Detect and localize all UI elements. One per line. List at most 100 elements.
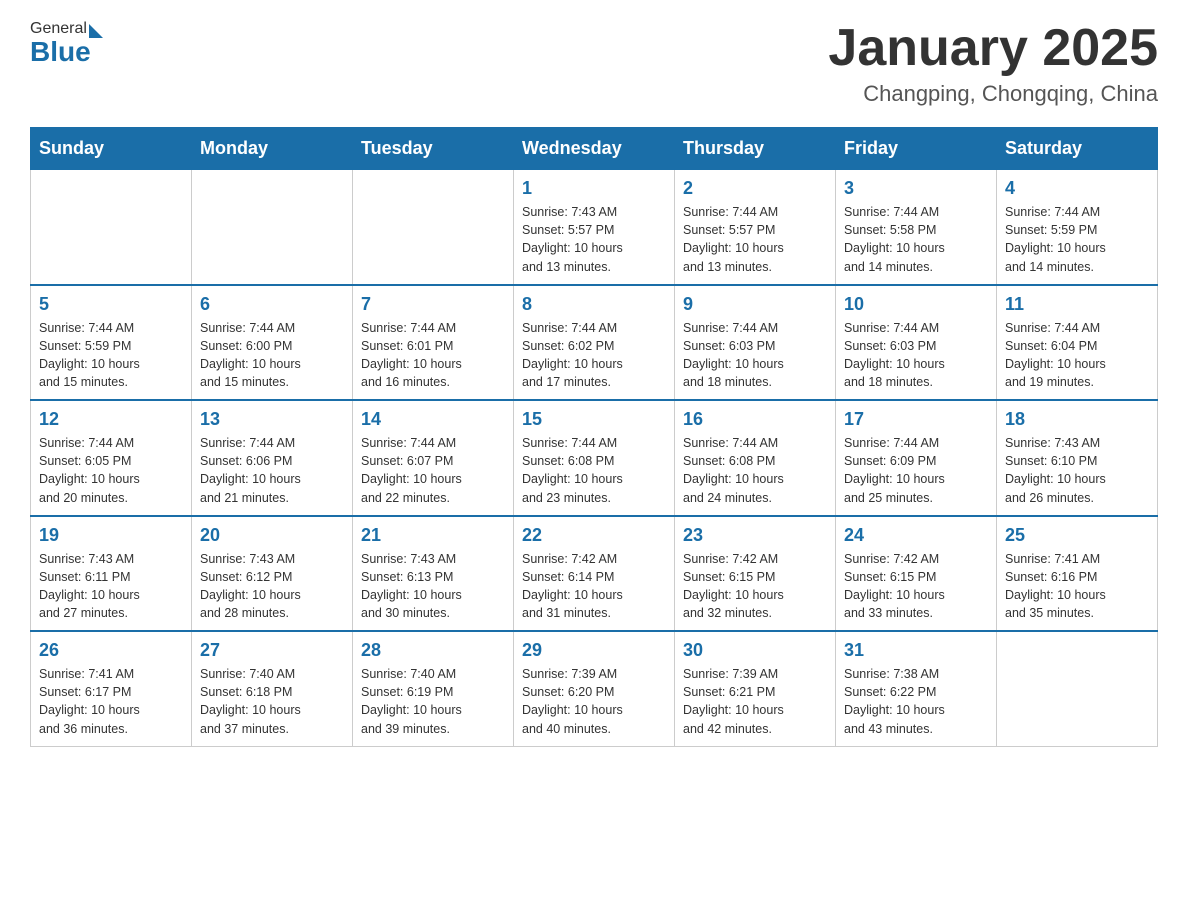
calendar-header-saturday: Saturday (997, 128, 1158, 170)
day-info: Sunrise: 7:44 AM Sunset: 6:01 PM Dayligh… (361, 319, 505, 392)
calendar-cell: 13 Sunrise: 7:44 AM Sunset: 6:06 PM Dayli… (192, 400, 353, 516)
day-info: Sunrise: 7:44 AM Sunset: 6:00 PM Dayligh… (200, 319, 344, 392)
day-number: 27 (200, 640, 344, 661)
day-number: 26 (39, 640, 183, 661)
day-number: 19 (39, 525, 183, 546)
calendar-cell: 6Sunrise: 7:44 AM Sunset: 6:00 PM Daylig… (192, 285, 353, 401)
day-number: 13 (200, 409, 344, 430)
day-info: Sunrise: 7:44 AM Sunset: 5:57 PM Dayligh… (683, 203, 827, 276)
day-info: Sunrise: 7:43 AM Sunset: 5:57 PM Dayligh… (522, 203, 666, 276)
calendar-cell: 10Sunrise: 7:44 AM Sunset: 6:03 PM Dayli… (836, 285, 997, 401)
day-info: Sunrise: 7:44 AM Sunset: 6:07 PM Dayligh… (361, 434, 505, 507)
calendar-week-row: 19 Sunrise: 7:43 AM Sunset: 6:11 PM Dayli… (31, 516, 1158, 632)
calendar-cell: 1 Sunrise: 7:43 AM Sunset: 5:57 PM Daylig… (514, 170, 675, 285)
day-number: 9 (683, 294, 827, 315)
day-number: 23 (683, 525, 827, 546)
calendar-cell: 11Sunrise: 7:44 AM Sunset: 6:04 PM Dayli… (997, 285, 1158, 401)
calendar-cell: 30Sunrise: 7:39 AM Sunset: 6:21 PM Dayli… (675, 631, 836, 746)
day-info: Sunrise: 7:40 AM Sunset: 6:19 PM Dayligh… (361, 665, 505, 738)
day-info: Sunrise: 7:39 AM Sunset: 6:20 PM Dayligh… (522, 665, 666, 738)
day-number: 7 (361, 294, 505, 315)
day-number: 24 (844, 525, 988, 546)
calendar-header-sunday: Sunday (31, 128, 192, 170)
calendar-cell: 12Sunrise: 7:44 AM Sunset: 6:05 PM Dayli… (31, 400, 192, 516)
calendar-cell: 8Sunrise: 7:44 AM Sunset: 6:02 PM Daylig… (514, 285, 675, 401)
calendar-cell: 27 Sunrise: 7:40 AM Sunset: 6:18 PM Dayli… (192, 631, 353, 746)
day-info: Sunrise: 7:42 AM Sunset: 6:15 PM Dayligh… (844, 550, 988, 623)
day-number: 11 (1005, 294, 1149, 315)
calendar-cell: 23Sunrise: 7:42 AM Sunset: 6:15 PM Dayli… (675, 516, 836, 632)
calendar-header-wednesday: Wednesday (514, 128, 675, 170)
calendar-header-monday: Monday (192, 128, 353, 170)
day-info: Sunrise: 7:44 AM Sunset: 6:05 PM Dayligh… (39, 434, 183, 507)
day-number: 15 (522, 409, 666, 430)
calendar-cell: 17Sunrise: 7:44 AM Sunset: 6:09 PM Dayli… (836, 400, 997, 516)
day-info: Sunrise: 7:44 AM Sunset: 5:59 PM Dayligh… (1005, 203, 1149, 276)
calendar-cell: 18Sunrise: 7:43 AM Sunset: 6:10 PM Dayli… (997, 400, 1158, 516)
calendar-header-thursday: Thursday (675, 128, 836, 170)
calendar-cell: 19 Sunrise: 7:43 AM Sunset: 6:11 PM Dayli… (31, 516, 192, 632)
calendar-cell: 24 Sunrise: 7:42 AM Sunset: 6:15 PM Dayli… (836, 516, 997, 632)
day-info: Sunrise: 7:41 AM Sunset: 6:16 PM Dayligh… (1005, 550, 1149, 623)
day-number: 10 (844, 294, 988, 315)
day-info: Sunrise: 7:44 AM Sunset: 6:08 PM Dayligh… (683, 434, 827, 507)
day-info: Sunrise: 7:43 AM Sunset: 6:10 PM Dayligh… (1005, 434, 1149, 507)
calendar-cell: 7 Sunrise: 7:44 AM Sunset: 6:01 PM Daylig… (353, 285, 514, 401)
calendar-cell: 4 Sunrise: 7:44 AM Sunset: 5:59 PM Daylig… (997, 170, 1158, 285)
calendar-cell: 29 Sunrise: 7:39 AM Sunset: 6:20 PM Dayli… (514, 631, 675, 746)
calendar-cell: 28 Sunrise: 7:40 AM Sunset: 6:19 PM Dayli… (353, 631, 514, 746)
calendar-week-row: 5 Sunrise: 7:44 AM Sunset: 5:59 PM Daylig… (31, 285, 1158, 401)
day-number: 5 (39, 294, 183, 315)
day-number: 31 (844, 640, 988, 661)
calendar-cell: 21 Sunrise: 7:43 AM Sunset: 6:13 PM Dayli… (353, 516, 514, 632)
calendar-cell (997, 631, 1158, 746)
calendar-cell: 14Sunrise: 7:44 AM Sunset: 6:07 PM Dayli… (353, 400, 514, 516)
day-info: Sunrise: 7:42 AM Sunset: 6:14 PM Dayligh… (522, 550, 666, 623)
day-info: Sunrise: 7:43 AM Sunset: 6:13 PM Dayligh… (361, 550, 505, 623)
calendar-cell: 2 Sunrise: 7:44 AM Sunset: 5:57 PM Daylig… (675, 170, 836, 285)
calendar-cell: 3Sunrise: 7:44 AM Sunset: 5:58 PM Daylig… (836, 170, 997, 285)
calendar-cell: 15 Sunrise: 7:44 AM Sunset: 6:08 PM Dayli… (514, 400, 675, 516)
day-number: 20 (200, 525, 344, 546)
day-info: Sunrise: 7:38 AM Sunset: 6:22 PM Dayligh… (844, 665, 988, 738)
day-number: 25 (1005, 525, 1149, 546)
calendar-table: SundayMondayTuesdayWednesdayThursdayFrid… (30, 127, 1158, 747)
day-info: Sunrise: 7:44 AM Sunset: 5:59 PM Dayligh… (39, 319, 183, 392)
day-info: Sunrise: 7:44 AM Sunset: 6:09 PM Dayligh… (844, 434, 988, 507)
day-info: Sunrise: 7:43 AM Sunset: 6:12 PM Dayligh… (200, 550, 344, 623)
calendar-cell: 25 Sunrise: 7:41 AM Sunset: 6:16 PM Dayli… (997, 516, 1158, 632)
day-number: 29 (522, 640, 666, 661)
page-header: General Blue January 2025 Changping, Cho… (30, 20, 1158, 107)
calendar-cell: 22 Sunrise: 7:42 AM Sunset: 6:14 PM Dayli… (514, 516, 675, 632)
calendar-cell: 31 Sunrise: 7:38 AM Sunset: 6:22 PM Dayli… (836, 631, 997, 746)
calendar-cell (31, 170, 192, 285)
day-info: Sunrise: 7:41 AM Sunset: 6:17 PM Dayligh… (39, 665, 183, 738)
day-number: 2 (683, 178, 827, 199)
calendar-cell (353, 170, 514, 285)
day-info: Sunrise: 7:44 AM Sunset: 5:58 PM Dayligh… (844, 203, 988, 276)
day-info: Sunrise: 7:44 AM Sunset: 6:08 PM Dayligh… (522, 434, 666, 507)
day-info: Sunrise: 7:43 AM Sunset: 6:11 PM Dayligh… (39, 550, 183, 623)
day-number: 21 (361, 525, 505, 546)
month-title: January 2025 (828, 20, 1158, 77)
calendar-cell: 26 Sunrise: 7:41 AM Sunset: 6:17 PM Dayli… (31, 631, 192, 746)
calendar-cell: 9 Sunrise: 7:44 AM Sunset: 6:03 PM Daylig… (675, 285, 836, 401)
calendar-header-tuesday: Tuesday (353, 128, 514, 170)
calendar-header-row: SundayMondayTuesdayWednesdayThursdayFrid… (31, 128, 1158, 170)
logo-blue-text: Blue (30, 38, 91, 66)
calendar-week-row: 1 Sunrise: 7:43 AM Sunset: 5:57 PM Daylig… (31, 170, 1158, 285)
day-info: Sunrise: 7:44 AM Sunset: 6:06 PM Dayligh… (200, 434, 344, 507)
location-title: Changping, Chongqing, China (828, 81, 1158, 107)
day-info: Sunrise: 7:44 AM Sunset: 6:02 PM Dayligh… (522, 319, 666, 392)
day-number: 28 (361, 640, 505, 661)
day-number: 4 (1005, 178, 1149, 199)
logo: General Blue (30, 20, 103, 66)
day-info: Sunrise: 7:40 AM Sunset: 6:18 PM Dayligh… (200, 665, 344, 738)
calendar-cell: 16Sunrise: 7:44 AM Sunset: 6:08 PM Dayli… (675, 400, 836, 516)
day-info: Sunrise: 7:44 AM Sunset: 6:03 PM Dayligh… (683, 319, 827, 392)
day-number: 1 (522, 178, 666, 199)
logo-arrow-icon (89, 24, 103, 38)
day-number: 30 (683, 640, 827, 661)
day-number: 22 (522, 525, 666, 546)
calendar-cell: 5 Sunrise: 7:44 AM Sunset: 5:59 PM Daylig… (31, 285, 192, 401)
